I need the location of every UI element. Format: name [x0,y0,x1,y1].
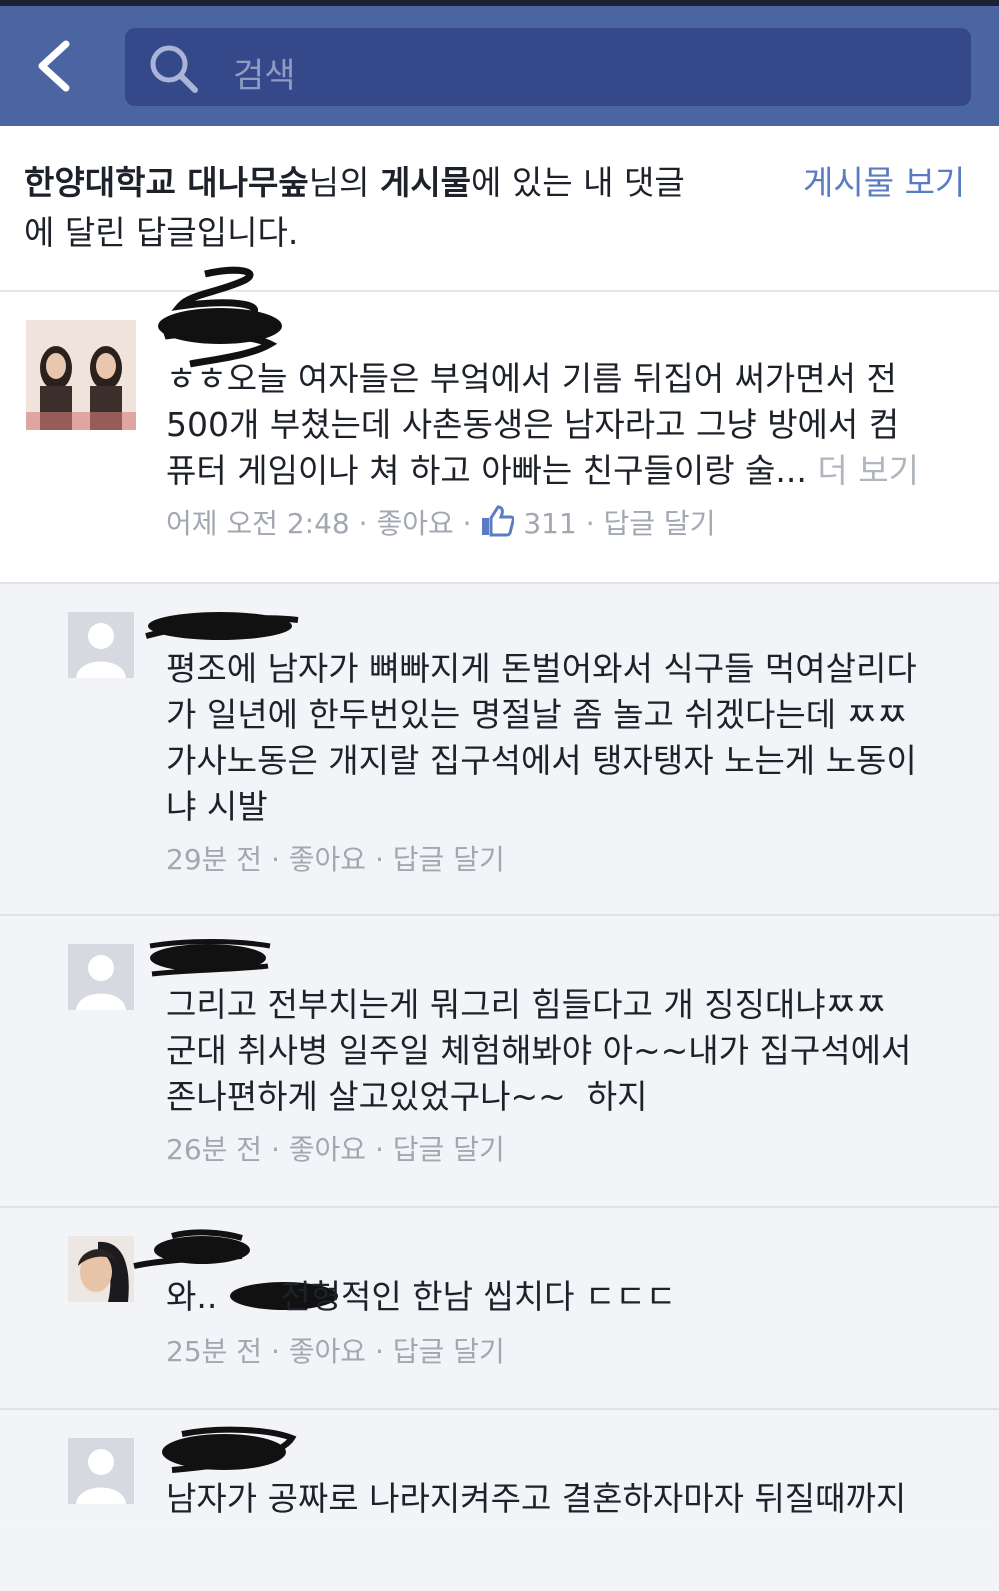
avatar[interactable] [68,1438,134,1504]
original-comment: ㅎㅎ오늘 여자들은 부엌에서 기름 뒤집어 써가면서 전 500개 부쳤는데 사… [0,266,999,584]
reply-button[interactable]: 답글 달기 [393,1133,505,1166]
status-bar [0,0,999,6]
reply-meta: 26분 전 · 좋아요 · 답글 달기 [166,1133,505,1166]
reply-meta: 25분 전 · 좋아요 · 답글 달기 [166,1335,505,1368]
reply-item: 그리고 전부치는게 뭐그리 힘들다고 개 징징대냐ㅉㅉ 군대 취사병 일주일 체… [0,916,999,1208]
avatar[interactable] [68,612,134,678]
timestamp: 어제 오전 2:48 [166,507,350,540]
reply-line: 와.. 전형적인 한남 씹치다 ㄷㄷㄷ [166,1277,677,1316]
reply-item: 와.. 전형적인 한남 씹치다 ㄷㄷㄷ 25분 전 · 좋아요 · 답글 달기 [0,1208,999,1410]
avatar[interactable] [26,320,136,430]
search-icon [150,45,198,93]
avatar[interactable] [68,944,134,1010]
bottom-bar [0,1525,999,1591]
redacted-name [162,1426,297,1473]
comment-meta: 어제 오전 2:48 · 좋아요 · 311 · 답글 달기 [166,505,716,540]
timestamp: 25분 전 [166,1335,263,1368]
reply-meta: 29분 전 · 좋아요 · 답글 달기 [166,843,505,876]
comment-line: 500개 부쳤는데 사촌동생은 남자라고 그냥 방에서 컴 [166,405,900,444]
thumbs-up-icon [482,505,515,537]
reply-line: 남자가 공짜로 나라지켜주고 결혼하자마자 뒤질때까지 [166,1479,907,1518]
reply-line: 가 일년에 한두번있는 명절날 좀 놀고 쉬겠다는데 ㅉㅉ [166,695,908,734]
search-bar[interactable]: 검색 [125,28,971,106]
redacted-name [145,612,299,640]
avatar[interactable] [68,1236,134,1302]
like-button[interactable]: 좋아요 [289,1335,366,1368]
reply-line: 그리고 전부치는게 뭐그리 힘들다고 개 징징대냐ㅉㅉ [166,985,887,1024]
view-post-link[interactable]: 게시물 보기 [803,158,965,208]
search-placeholder: 검색 [233,56,296,96]
reply-item: 남자가 공짜로 나라지켜주고 결혼하자마자 뒤질때까지 [0,1410,999,1524]
comment-line: 퓨터 게임이나 쳐 하고 아빠는 친구들이랑 술... 더 보기 [166,451,919,490]
see-more-link[interactable]: 더 보기 [817,451,919,490]
post-link-text[interactable]: 게시물 [380,163,471,202]
like-button[interactable]: 좋아요 [289,843,366,876]
reply-button[interactable]: 답글 달기 [393,843,505,876]
reply-line: 존나편하게 살고있었구나~~ 하지 [166,1077,648,1116]
redacted-name [149,939,271,977]
like-button[interactable]: 좋아요 [376,507,453,540]
redacted-name [133,1229,250,1269]
reply-item: 평조에 남자가 뼈빠지게 돈벌어와서 식구들 먹여살리다 가 일년에 한두번있는… [0,584,999,916]
page-name[interactable]: 한양대학교 대나무숲 [24,163,309,202]
reply-line: 냐 시발 [166,787,268,826]
notification-text: 한양대학교 대나무숲님의 게시물에 있는 내 댓글 에 달린 답글입니다. [24,163,685,252]
reply-button[interactable]: 답글 달기 [393,1335,505,1368]
comment-line: ㅎㅎ오늘 여자들은 부엌에서 기름 뒤집어 써가면서 전 [166,359,897,398]
back-arrow-icon[interactable] [32,36,82,96]
top-nav-bar: 검색 [0,0,999,126]
like-button[interactable]: 좋아요 [289,1133,366,1166]
like-count: 311 [523,507,577,540]
reply-line: 가사노동은 개지랄 집구석에서 탱자탱자 노는게 노동이 [166,741,917,780]
reply-line: 군대 취사병 일주일 체험해봐야 아~~내가 집구석에서 [166,1031,912,1070]
timestamp: 26분 전 [166,1133,263,1166]
timestamp: 29분 전 [166,843,263,876]
reply-line: 평조에 남자가 뼈빠지게 돈벌어와서 식구들 먹여살리다 [166,649,917,688]
reply-button[interactable]: 답글 달기 [604,507,716,540]
